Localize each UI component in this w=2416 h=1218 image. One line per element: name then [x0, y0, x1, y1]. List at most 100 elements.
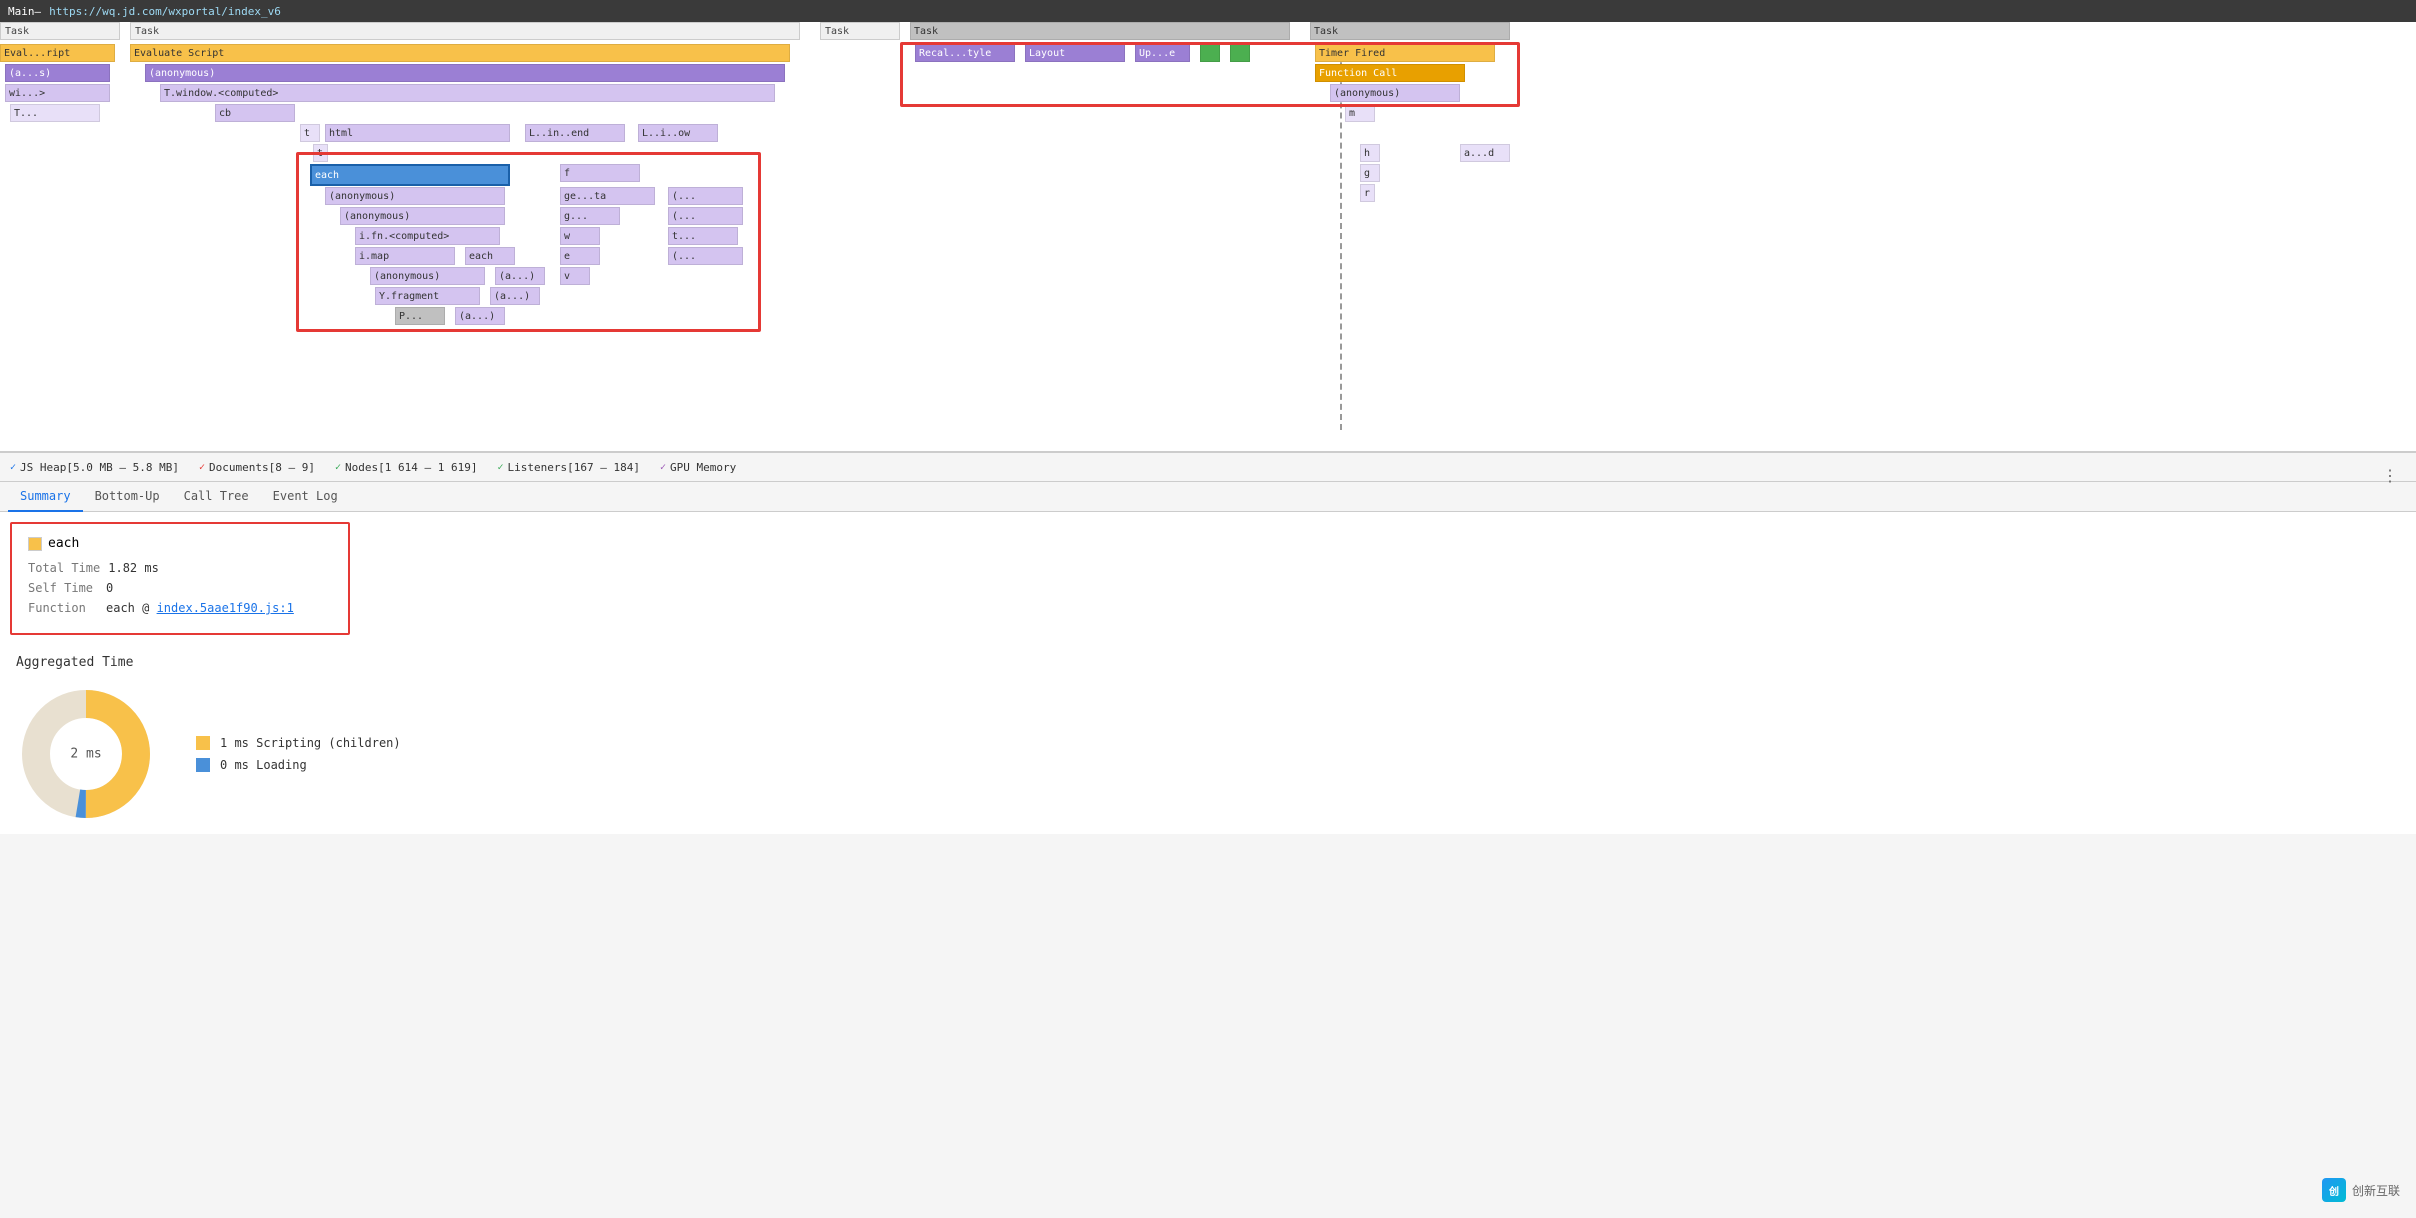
legend-scripting-label: 1 ms Scripting (children) [220, 736, 401, 750]
flame-block[interactable]: (... [668, 207, 743, 225]
js-heap-stat[interactable]: ✓ JS Heap[5.0 MB – 5.8 MB] [10, 461, 179, 474]
aggregated-title: Aggregated Time [16, 655, 2400, 670]
legend-loading: 0 ms Loading [196, 758, 401, 772]
stats-bar: ✓ JS Heap[5.0 MB – 5.8 MB] ✓ Documents[8… [0, 452, 2416, 482]
function-link[interactable]: index.5aae1f90.js:1 [157, 601, 294, 615]
aggregated-content: 2 ms 1 ms Scripting (children) 0 ms Load… [16, 684, 2400, 824]
listeners-label: Listeners[167 – 184] [508, 461, 640, 474]
flame-block[interactable]: wi...> [5, 84, 110, 102]
title-bar: Main — https://wq.jd.com/wxportal/index_… [0, 0, 2416, 22]
url-display: https://wq.jd.com/wxportal/index_v6 [41, 0, 2408, 22]
self-time-row: Self Time 0 [28, 581, 332, 595]
flame-chart-container: Task Task Task Task Task Eval...ript Evaluate … [0, 22, 2416, 452]
donut-center-label: 2 ms [70, 747, 101, 762]
legend-loading-color [196, 758, 210, 772]
tab-bottom-up[interactable]: Bottom-Up [83, 482, 172, 512]
flame-block[interactable]: i.map [355, 247, 455, 265]
flame-block[interactable]: g [1360, 164, 1380, 182]
bottom-tabs: Summary Bottom-Up Call Tree Event Log [0, 482, 2416, 512]
summary-function-name: each [48, 536, 79, 551]
flame-block[interactable]: Recal...tyle [915, 44, 1015, 62]
js-heap-label: JS Heap[5.0 MB – 5.8 MB] [20, 461, 179, 474]
flame-block[interactable]: v [560, 267, 590, 285]
documents-stat[interactable]: ✓ Documents[8 – 9] [199, 461, 315, 474]
flame-block[interactable]: L..i..ow [638, 124, 718, 142]
self-time-value: 0 [106, 581, 113, 595]
flame-block[interactable]: Task [1310, 22, 1510, 40]
flame-block[interactable]: a...d [1460, 144, 1510, 162]
flame-block[interactable]: Up...e [1135, 44, 1190, 62]
function-value: each @ index.5aae1f90.js:1 [106, 601, 294, 615]
flame-block[interactable]: P... [395, 307, 445, 325]
flame-block[interactable]: T... [10, 104, 100, 122]
task-label: Task [0, 22, 120, 40]
flame-block[interactable] [1200, 44, 1220, 62]
flame-block[interactable] [1230, 44, 1250, 62]
flame-block[interactable]: (a...) [455, 307, 505, 325]
flame-block[interactable]: (anonymous) [370, 267, 485, 285]
gpu-memory-stat[interactable]: ✓ GPU Memory [660, 461, 736, 474]
tab-call-tree[interactable]: Call Tree [172, 482, 261, 512]
flame-block[interactable]: t [313, 144, 328, 162]
flame-block[interactable]: m [1345, 104, 1375, 122]
flame-block[interactable]: (... [668, 187, 743, 205]
flame-block[interactable]: (a...) [495, 267, 545, 285]
title-main: Main [8, 5, 35, 18]
flame-block[interactable]: t... [668, 227, 738, 245]
flame-block[interactable]: e [560, 247, 600, 265]
function-row: Function each @ index.5aae1f90.js:1 [28, 601, 332, 615]
menu-icon[interactable]: ⋮ [2382, 466, 2398, 485]
flame-block[interactable]: (... [668, 247, 743, 265]
nodes-label: Nodes[1 614 – 1 619] [345, 461, 477, 474]
flame-block[interactable]: ge...ta [560, 187, 655, 205]
summary-icon [28, 537, 42, 551]
flame-block[interactable]: (a...s) [5, 64, 110, 82]
flame-block[interactable]: Timer Fired [1315, 44, 1495, 62]
flame-block[interactable]: i.fn.<computed> [355, 227, 500, 245]
listeners-stat[interactable]: ✓ Listeners[167 – 184] [497, 461, 639, 474]
flame-block[interactable]: f [560, 164, 640, 182]
function-text: each @ [106, 601, 157, 615]
flame-block[interactable]: t [300, 124, 320, 142]
flame-block[interactable]: each [310, 164, 510, 186]
nodes-stat[interactable]: ✓ Nodes[1 614 – 1 619] [335, 461, 477, 474]
legend-scripting-color [196, 736, 210, 750]
flame-block[interactable]: g... [560, 207, 620, 225]
self-time-label: Self Time [28, 581, 98, 595]
flame-block[interactable]: Function Call [1315, 64, 1465, 82]
watermark: 创 创新互联 [2322, 1178, 2400, 1202]
legend-loading-label: 0 ms Loading [220, 758, 307, 772]
flame-block[interactable]: (a...) [490, 287, 540, 305]
flame-block[interactable]: r [1360, 184, 1375, 202]
flame-block[interactable]: html [325, 124, 510, 142]
flame-block[interactable]: h [1360, 144, 1380, 162]
summary-title: each [28, 536, 332, 551]
flame-block[interactable]: each [465, 247, 515, 265]
flame-block[interactable]: (anonymous) [340, 207, 505, 225]
function-label: Function [28, 601, 98, 615]
flame-block[interactable]: Eval...ript [0, 44, 115, 62]
task-label: Task [820, 22, 900, 40]
flame-block[interactable]: T.window.<computed> [160, 84, 775, 102]
total-time-label: Total Time [28, 561, 100, 575]
total-time-value: 1.82 ms [108, 561, 159, 575]
legend-items: 1 ms Scripting (children) 0 ms Loading [196, 736, 401, 772]
tab-event-log[interactable]: Event Log [261, 482, 350, 512]
flame-block[interactable]: L..in..end [525, 124, 625, 142]
gpu-memory-label: GPU Memory [670, 461, 736, 474]
flame-block[interactable]: cb [215, 104, 295, 122]
task-label: Task [130, 22, 800, 40]
legend-scripting: 1 ms Scripting (children) [196, 736, 401, 750]
flame-block[interactable]: Layout [1025, 44, 1125, 62]
flame-block[interactable]: (anonymous) [1330, 84, 1460, 102]
flame-block[interactable]: Evaluate Script [130, 44, 790, 62]
documents-label: Documents[8 – 9] [209, 461, 315, 474]
flame-block[interactable]: Y.fragment [375, 287, 480, 305]
flame-block[interactable]: (anonymous) [145, 64, 785, 82]
watermark-text: 创新互联 [2352, 1182, 2400, 1199]
tab-summary[interactable]: Summary [8, 482, 83, 512]
flame-block[interactable]: w [560, 227, 600, 245]
flame-block[interactable]: Task [910, 22, 1290, 40]
flame-block[interactable]: (anonymous) [325, 187, 505, 205]
aggregated-section: Aggregated Time 2 ms 1 ms Scripting (chi… [0, 645, 2416, 834]
